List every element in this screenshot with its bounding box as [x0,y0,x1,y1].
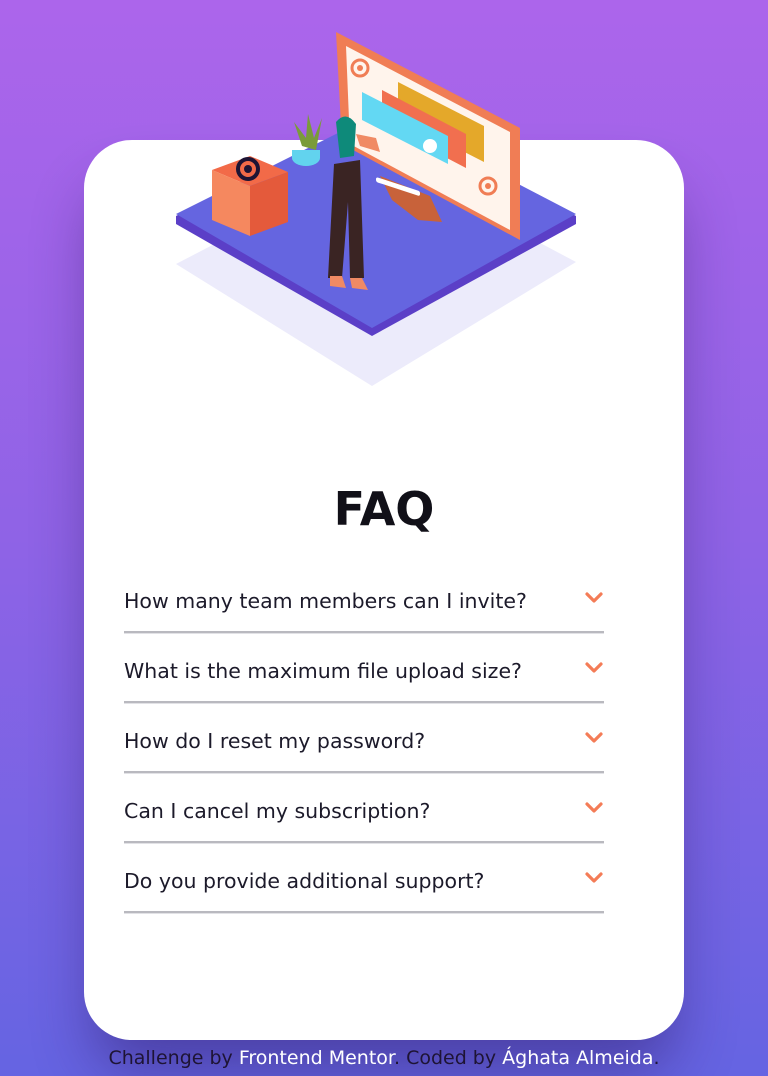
woman-online-illustration [176,32,576,386]
footer-suffix: . [653,1047,660,1069]
faq-item[interactable]: Do you provide additional support? [124,845,604,915]
chevron-down-icon[interactable] [584,801,604,815]
faq-item[interactable]: How do I reset my password? [124,705,604,775]
chevron-down-icon[interactable] [584,661,604,675]
page-title: FAQ [333,482,435,536]
faq-list: How many team members can I invite? What… [124,565,604,915]
faq-question[interactable]: How do I reset my password? [124,727,425,755]
chevron-down-icon[interactable] [584,591,604,605]
footer-prefix: Challenge by [108,1047,239,1069]
footer-middle: . Coded by [393,1047,503,1069]
divider [124,631,604,634]
frontend-mentor-link[interactable]: Frontend Mentor [239,1047,394,1069]
faq-question[interactable]: How many team members can I invite? [124,587,527,615]
divider [124,911,604,914]
divider [124,841,604,844]
chevron-down-icon[interactable] [584,871,604,885]
faq-item[interactable]: How many team members can I invite? [124,565,604,635]
faq-question[interactable]: Can I cancel my subscription? [124,797,430,825]
chevron-down-icon[interactable] [584,731,604,745]
faq-item[interactable]: Can I cancel my subscription? [124,775,604,845]
faq-question[interactable]: What is the maximum file upload size? [124,657,522,685]
faq-question[interactable]: Do you provide additional support? [124,867,484,895]
divider [124,771,604,774]
attribution-footer: Challenge by Frontend Mentor. Coded by Á… [0,1044,768,1072]
faq-item[interactable]: What is the maximum file upload size? [124,635,604,705]
author-link[interactable]: Ághata Almeida [502,1047,653,1069]
divider [124,701,604,704]
